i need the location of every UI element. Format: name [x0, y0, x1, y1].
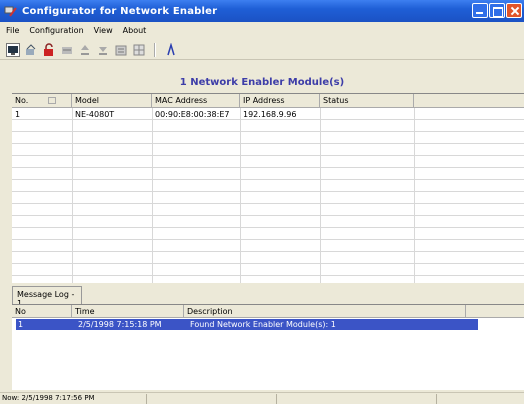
- column-header-model[interactable]: Model: [72, 94, 152, 108]
- config-icon[interactable]: [60, 43, 74, 57]
- grid-icon[interactable]: [132, 43, 146, 57]
- log-row[interactable]: 1 2/5/1998 7:15:18 PM Found Network Enab…: [16, 319, 478, 330]
- module-count-header: 1 Network Enabler Module(s): [179, 77, 345, 88]
- column-header-ip[interactable]: IP Address: [240, 94, 320, 108]
- cell-mac: 00:90:E8:00:38:E7: [155, 110, 230, 119]
- column-header-log-no[interactable]: No: [12, 305, 72, 318]
- column-header-filler: [466, 305, 524, 318]
- close-button[interactable]: [506, 3, 522, 18]
- column-header-mac[interactable]: MAC Address: [152, 94, 240, 108]
- status-time: Now: 2/5/1998 7:17:56 PM: [2, 394, 95, 402]
- cell-no: 1: [15, 110, 21, 119]
- menu-file[interactable]: File: [6, 26, 19, 35]
- column-header-no[interactable]: No.: [12, 94, 72, 108]
- broadcast-icon[interactable]: [24, 43, 38, 57]
- menu-configuration[interactable]: Configuration: [29, 26, 83, 35]
- column-header-filler: [414, 94, 524, 108]
- message-log-table: No Time Description 1 2/5/1998 7:15:18 P…: [12, 304, 524, 390]
- menu-about[interactable]: About: [123, 26, 147, 35]
- status-pane: [276, 394, 436, 404]
- monitor-icon[interactable]: [6, 42, 20, 57]
- status-bar: Now: 2/5/1998 7:17:56 PM: [0, 392, 524, 404]
- title-bar[interactable]: Configurator for Network Enabler: [0, 0, 524, 22]
- column-header-log-description[interactable]: Description: [184, 305, 466, 318]
- grid-divider: [152, 108, 153, 283]
- wizard-icon[interactable]: [164, 41, 178, 57]
- grid-divider: [320, 108, 321, 283]
- log-cell-time: 2/5/1998 7:15:18 PM: [78, 320, 162, 329]
- grid-divider: [414, 108, 415, 283]
- log-cell-description: Found Network Enabler Module(s): 1: [190, 320, 336, 329]
- grid-divider: [240, 108, 241, 283]
- toolbar-separator: [154, 42, 156, 57]
- column-label: No.: [15, 96, 29, 105]
- status-pane: [436, 394, 524, 404]
- menu-bar: File Configuration View About: [0, 22, 524, 38]
- message-log-area: Message Log - 1 No Time Description 1 2/…: [12, 286, 524, 390]
- column-header-status[interactable]: Status: [320, 94, 414, 108]
- cell-ip: 192.168.9.96: [243, 110, 297, 119]
- unlock-icon[interactable]: [42, 42, 56, 57]
- download-icon[interactable]: [96, 43, 110, 57]
- app-icon: [4, 4, 18, 18]
- minimize-button[interactable]: [472, 3, 488, 18]
- window-controls: [472, 3, 522, 18]
- toolbar: [0, 40, 524, 60]
- tab-message-log[interactable]: Message Log - 1: [12, 286, 82, 308]
- grid-divider: [72, 108, 73, 283]
- app-window: Configurator for Network Enabler File Co…: [0, 0, 524, 404]
- window-title: Configurator for Network Enabler: [22, 5, 218, 17]
- menu-view[interactable]: View: [94, 26, 113, 35]
- status-pane: [146, 394, 276, 404]
- sort-icon: [48, 97, 56, 104]
- module-table: No. Model MAC Address IP Address Status …: [12, 93, 524, 283]
- log-cell-no: 1: [18, 320, 24, 329]
- maximize-button[interactable]: [489, 3, 505, 18]
- settings-icon[interactable]: [114, 43, 128, 57]
- upload-icon[interactable]: [78, 43, 92, 57]
- column-header-log-time[interactable]: Time: [72, 305, 184, 318]
- grid-lines: [12, 108, 524, 283]
- cell-model: NE-4080T: [75, 110, 115, 119]
